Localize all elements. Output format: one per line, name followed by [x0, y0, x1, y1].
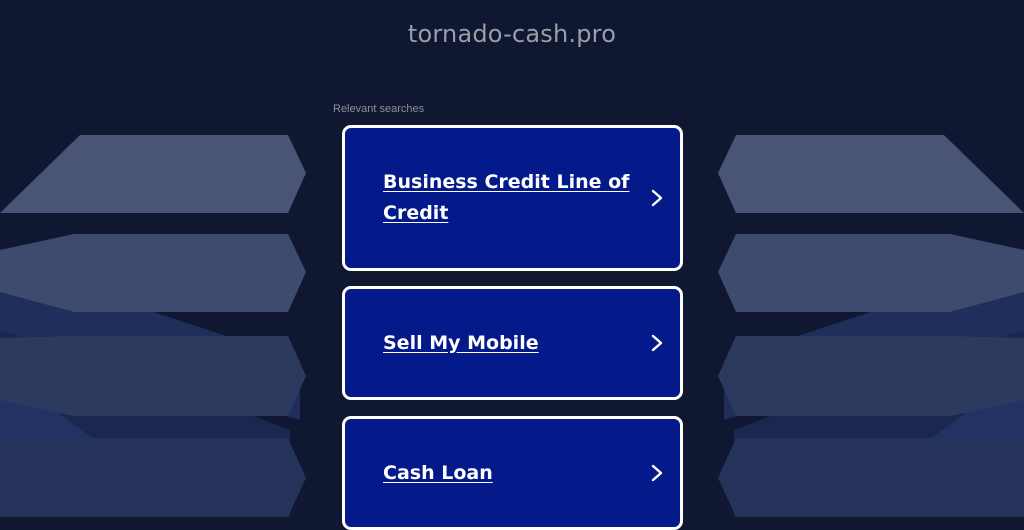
- chevron-right-icon: [651, 334, 663, 352]
- chevron-right-icon: [651, 189, 663, 207]
- search-card-sell-mobile[interactable]: Sell My Mobile: [342, 286, 683, 400]
- search-link[interactable]: Cash Loan: [383, 419, 638, 527]
- relevant-searches-label: Relevant searches: [333, 103, 425, 115]
- search-card-cash-loan[interactable]: Cash Loan: [342, 416, 683, 530]
- chevron-right-icon: [651, 464, 663, 482]
- search-link[interactable]: Sell My Mobile: [383, 289, 638, 397]
- search-link[interactable]: Business Credit Line of Credit: [383, 128, 638, 268]
- domain-title: tornado-cash.pro: [407, 20, 617, 48]
- search-card-business-credit[interactable]: Business Credit Line of Credit: [342, 125, 683, 271]
